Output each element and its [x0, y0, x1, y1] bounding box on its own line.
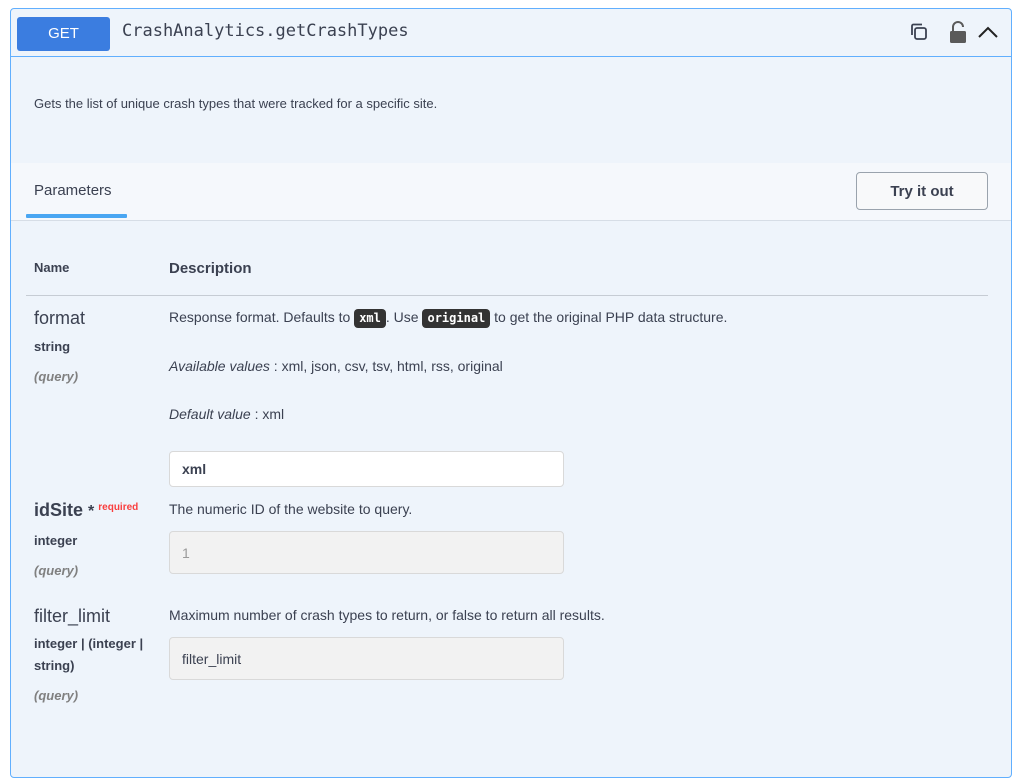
- param-desc-idsite: The numeric ID of the website to query.: [169, 501, 413, 517]
- operation-description: Gets the list of unique crash types that…: [34, 96, 438, 111]
- unlock-icon[interactable]: [948, 20, 968, 49]
- tab-active-indicator: [26, 214, 127, 218]
- operation-path: CrashAnalytics.getCrashTypes: [122, 21, 409, 41]
- header-divider: [26, 295, 988, 296]
- param-type-idsite: integer: [34, 533, 78, 548]
- param-in-filter-limit: (query): [34, 688, 79, 703]
- copy-icon[interactable]: [909, 22, 929, 47]
- column-header-description: Description: [169, 260, 252, 277]
- param-name-filter-limit: filter_limit: [34, 606, 111, 626]
- param-desc-format: Response format. Defaults to xml. Use or…: [169, 309, 727, 328]
- idsite-input[interactable]: [169, 531, 564, 574]
- filter-limit-input[interactable]: [169, 637, 564, 680]
- required-star: *: [88, 503, 95, 520]
- param-desc-filter-limit: Maximum number of crash types to return,…: [169, 607, 605, 623]
- format-select[interactable]: [169, 451, 564, 487]
- param-type-filter-limit: integer | (integer | string): [34, 636, 144, 673]
- param-type-format: string: [34, 339, 71, 354]
- param-in-idsite: (query): [34, 563, 79, 578]
- param-name-idsite: idSite * required: [34, 500, 139, 520]
- operation-summary[interactable]: GET CrashAnalytics.getCrashTypes: [11, 9, 1011, 57]
- required-label: required: [98, 502, 139, 513]
- code-original: original: [422, 309, 491, 328]
- code-xml: xml: [354, 309, 386, 328]
- param-in-format: (query): [34, 369, 79, 384]
- param-name-format: format: [34, 308, 86, 328]
- tab-parameters[interactable]: Parameters: [34, 182, 112, 199]
- http-method-badge: GET: [17, 17, 110, 51]
- param-default-value-format: Default value : xml: [169, 406, 285, 422]
- column-header-name: Name: [34, 260, 70, 275]
- operation-block: GET CrashAnalytics.getCrashTypes Gets th…: [10, 8, 1012, 778]
- parameters-section-header: Parameters Try it out: [11, 163, 1011, 221]
- chevron-up-icon[interactable]: [976, 22, 1000, 47]
- try-it-out-button[interactable]: Try it out: [856, 172, 988, 210]
- param-available-values-format: Available values : xml, json, csv, tsv, …: [169, 358, 503, 374]
